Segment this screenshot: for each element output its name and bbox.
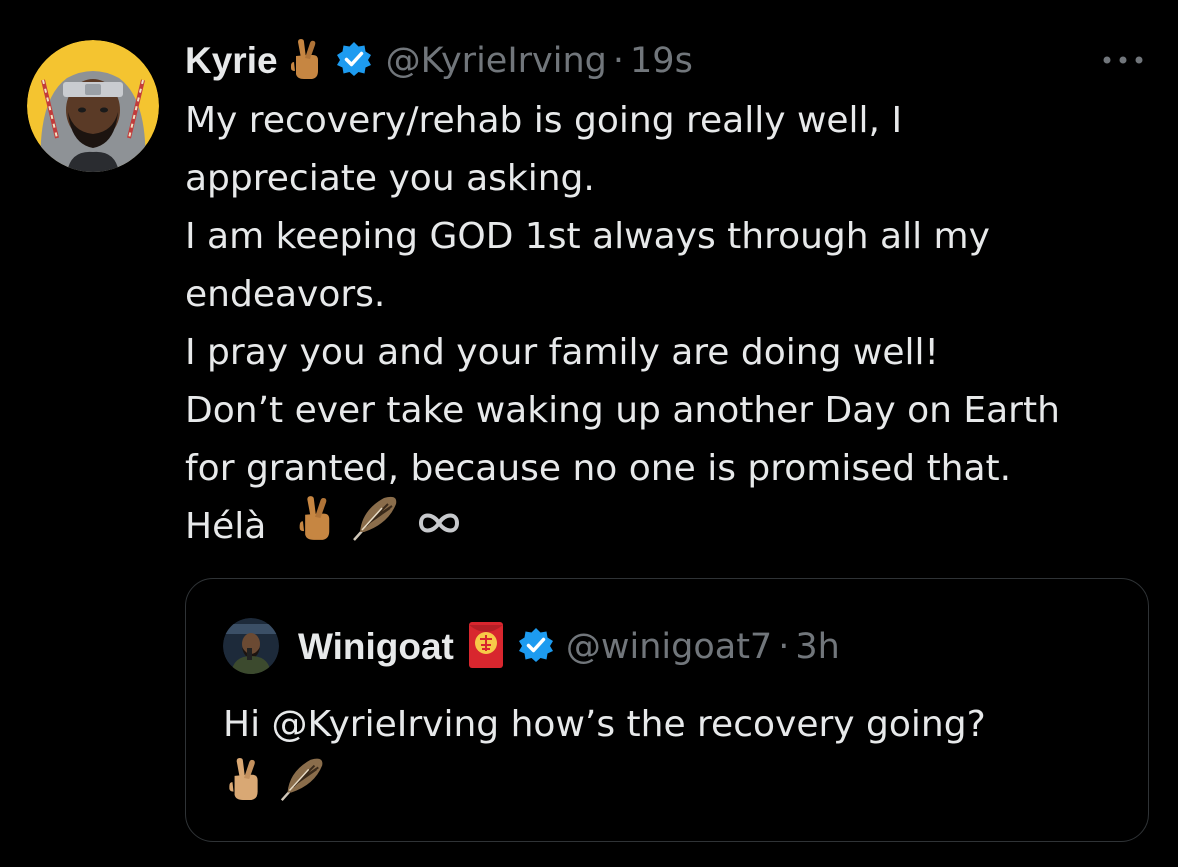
quoted-author-name[interactable]: Winigoat	[298, 626, 454, 668]
tweet-line: I am keeping GOD 1st always through all …	[185, 216, 990, 257]
tweet-line: endeavors.	[185, 274, 386, 315]
tweet-line: Don’t ever take waking up another Day on…	[185, 390, 1060, 431]
tweet-timestamp[interactable]: 19s	[630, 41, 693, 81]
more-dots-icon	[1103, 56, 1143, 64]
tweet-text: My recovery/rehab is going really well, …	[185, 92, 1160, 556]
verified-badge-icon	[336, 41, 372, 81]
quoted-tweet[interactable]: Winigoat @winigoat7 · 3h Hi @KyrieIrving…	[185, 578, 1149, 842]
tweet-line: for granted, because no one is promised …	[185, 448, 1012, 489]
crossed-fingers-icon	[296, 495, 334, 559]
tweet-signoff: Hélà	[185, 506, 267, 547]
red-envelope-icon	[468, 621, 504, 673]
header-separator: ·	[612, 41, 625, 81]
quoted-header-separator: ·	[778, 627, 790, 667]
quoted-tweet-emojis	[226, 754, 326, 808]
quoted-author-avatar[interactable]	[223, 618, 279, 674]
infinity-icon	[414, 498, 464, 556]
author-name[interactable]: Kyrie	[185, 40, 278, 82]
crossed-fingers-icon	[226, 757, 262, 805]
crossed-fingers-icon	[288, 38, 322, 84]
author-handle[interactable]: @KyrieIrving	[386, 41, 607, 81]
tweet-line: appreciate you asking.	[185, 158, 595, 199]
more-options-button[interactable]	[1100, 50, 1146, 70]
verified-badge-icon	[518, 627, 554, 667]
tweet-line: My recovery/rehab is going really well, …	[185, 100, 903, 141]
quoted-tweet-text: Hi @KyrieIrving how’s the recovery going…	[223, 704, 986, 745]
author-avatar[interactable]	[27, 40, 159, 172]
tweet-header: Kyrie @KyrieIrving · 19s	[185, 36, 693, 86]
quoted-tweet-timestamp[interactable]: 3h	[795, 627, 839, 667]
quoted-author-handle[interactable]: @winigoat7	[566, 627, 772, 667]
feather-icon	[276, 754, 326, 808]
quoted-tweet-header: Winigoat @winigoat7 · 3h	[298, 619, 840, 675]
tweet[interactable]: Kyrie @KyrieIrving · 19s My recovery/reh…	[0, 0, 1178, 867]
tweet-signoff-line: Hélà	[185, 495, 1160, 559]
tweet-line: I pray you and your family are doing wel…	[185, 332, 939, 373]
feather-icon	[348, 492, 400, 562]
